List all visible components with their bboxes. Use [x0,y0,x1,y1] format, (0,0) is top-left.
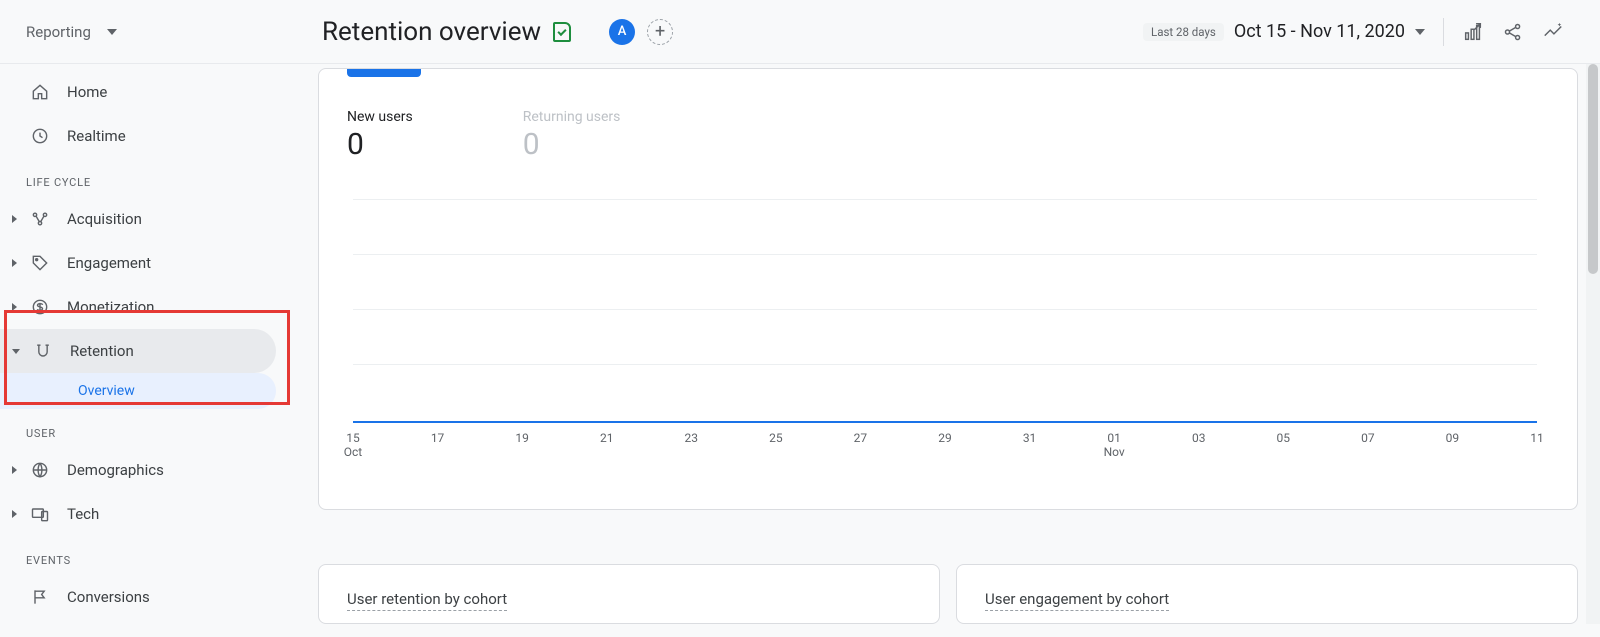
insights-icon[interactable] [1542,21,1564,43]
sidebar-item-demographics[interactable]: Demographics [0,448,276,492]
sidebar-item-acquisition[interactable]: Acquisition [0,197,276,241]
sidebar-item-label: Tech [67,505,99,523]
sidebar-item-label: Realtime [67,127,126,145]
metric-new-users[interactable]: New users 0 [347,109,413,162]
flag-icon [29,586,51,608]
chevron-right-icon [12,259,17,267]
sidebar-item-label: Retention [70,342,134,360]
active-tab-indicator [347,69,421,77]
main-chart-card: New users 0 Returning users 0 15 Oct1719… [318,68,1578,510]
secondary-cards-row: User retention by cohort User engagement… [318,564,1578,624]
metric-returning-users[interactable]: Returning users 0 [523,109,621,162]
globe-icon [29,459,51,481]
topbar: Reporting Retention overview A + Last 28… [0,0,1600,64]
sidebar-item-label: Home [67,83,107,101]
sidebar: Home Realtime LIFE CYCLE Acquisition Eng… [0,64,296,637]
sidebar-item-label: Conversions [67,588,150,606]
title-area: Retention overview A + [322,17,673,47]
chevron-right-icon [12,510,17,518]
sidebar-item-engagement[interactable]: Engagement [0,241,276,285]
reporting-label: Reporting [26,23,91,41]
chart: 15 Oct171921232527293101 Nov0305070911 [353,189,1537,489]
chevron-right-icon [12,215,17,223]
sidebar-item-label: Demographics [67,461,164,479]
chevron-right-icon [12,303,17,311]
sidebar-item-monetization[interactable]: Monetization [0,285,276,329]
sidebar-item-label: Acquisition [67,210,142,228]
card-title: User engagement by cohort [985,590,1169,611]
card-user-engagement-cohort[interactable]: User engagement by cohort [956,564,1578,624]
sidebar-item-conversions[interactable]: Conversions [0,575,276,619]
scrollbar[interactable] [1586,64,1600,624]
add-comparison-button[interactable]: + [647,19,673,45]
sidebar-section-lifecycle: LIFE CYCLE [0,158,296,197]
header-tools: Last 28 days Oct 15 - Nov 11, 2020 [1143,18,1564,46]
metric-label: Returning users [523,109,621,125]
metric-label: New users [347,109,413,125]
acquisition-icon [29,208,51,230]
metric-value: 0 [347,127,413,162]
date-range-picker[interactable]: Last 28 days Oct 15 - Nov 11, 2020 [1143,21,1425,42]
reporting-dropdown[interactable]: Reporting [26,23,117,41]
metric-row: New users 0 Returning users 0 [347,87,1549,162]
avatar[interactable]: A [609,19,635,45]
sidebar-section-events: EVENTS [0,536,296,575]
date-range-text: Oct 15 - Nov 11, 2020 [1234,21,1405,42]
sidebar-item-label: Monetization [67,298,154,316]
share-icon[interactable] [1502,21,1524,43]
card-user-retention-cohort[interactable]: User retention by cohort [318,564,940,624]
chevron-right-icon [12,466,17,474]
sidebar-item-label: Engagement [67,254,151,272]
devices-icon [29,503,51,525]
customize-report-icon[interactable] [1462,21,1484,43]
sidebar-item-realtime[interactable]: Realtime [0,114,276,158]
sidebar-item-home[interactable]: Home [0,70,276,114]
sidebar-subitem-overview[interactable]: Overview [0,373,276,409]
magnet-icon [32,340,54,362]
scrollbar-thumb[interactable] [1588,64,1598,274]
card-title: User retention by cohort [347,590,507,611]
sidebar-section-user: USER [0,409,296,448]
sidebar-item-tech[interactable]: Tech [0,492,276,536]
metric-value: 0 [523,127,621,162]
tag-icon [29,252,51,274]
chevron-down-icon [12,349,20,354]
home-icon [29,81,51,103]
dollar-icon [29,296,51,318]
chevron-down-icon [1415,29,1425,35]
doc-check-icon [553,22,571,42]
chevron-down-icon [107,29,117,35]
date-range-preset: Last 28 days [1143,23,1224,41]
sidebar-item-retention[interactable]: Retention [0,329,276,373]
clock-icon [29,125,51,147]
sidebar-subitem-label: Overview [78,383,135,399]
divider [1443,18,1444,46]
content-area: New users 0 Returning users 0 15 Oct1719… [296,64,1600,637]
page-title: Retention overview [322,17,541,47]
